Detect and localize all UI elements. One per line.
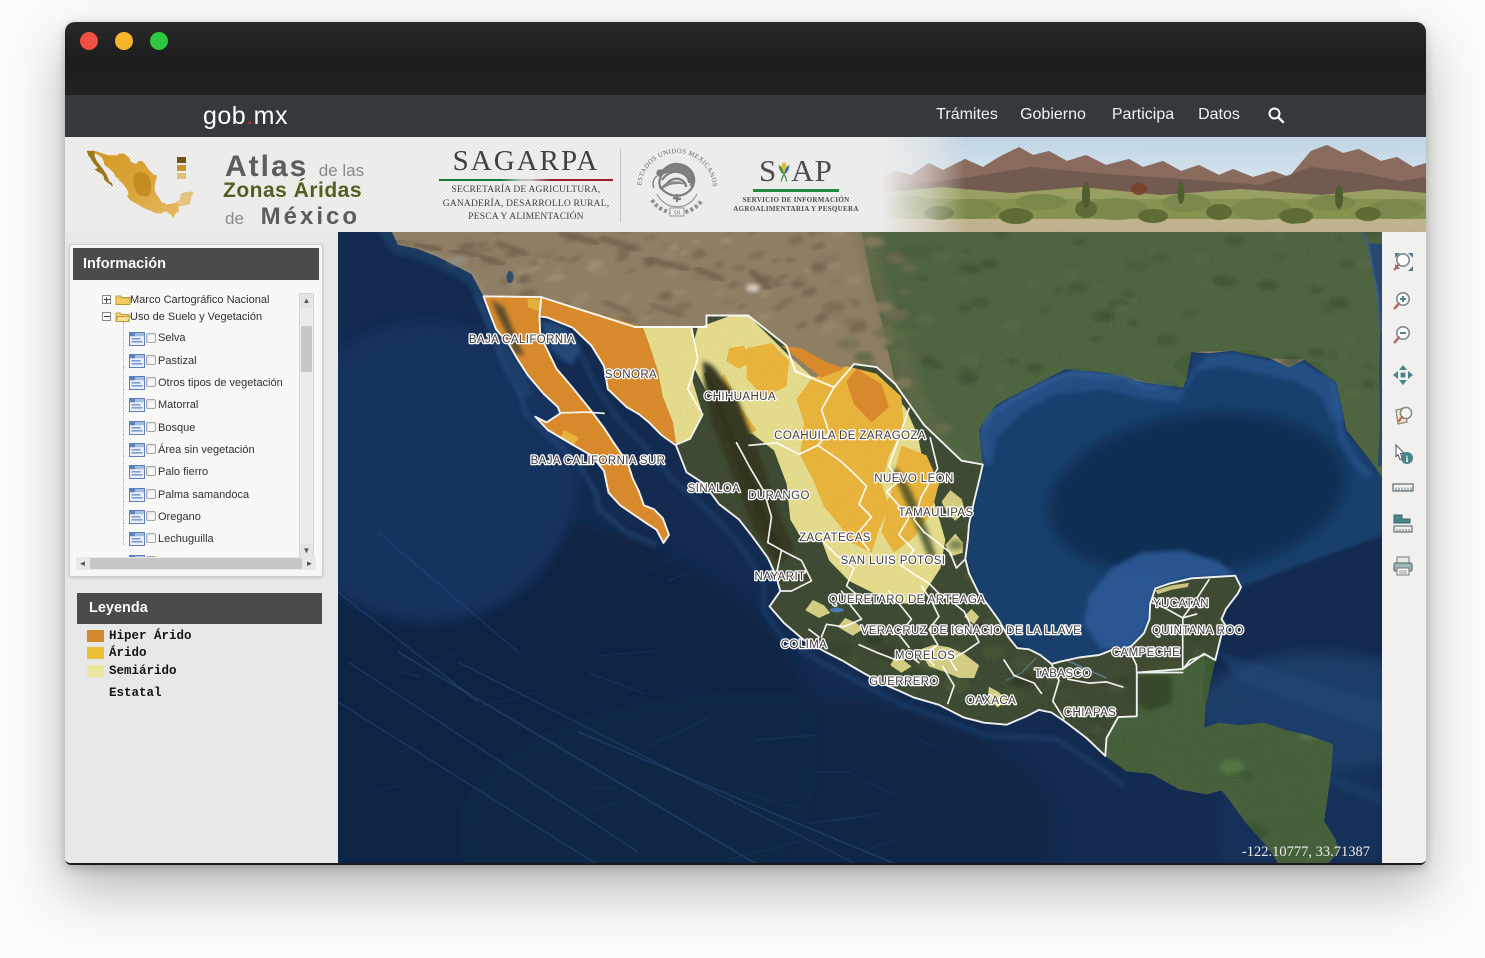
svg-text:CAMPECHE: CAMPECHE [1112,647,1180,659]
svg-text:GUERRERO: GUERRERO [869,676,939,688]
svg-text:-122.10777, 33.71387: -122.10777, 33.71387 [1242,844,1370,860]
svg-text:OAXACA: OAXACA [966,695,1016,707]
svg-text:COAHUILA DE ZARAGOZA: COAHUILA DE ZARAGOZA [774,430,926,442]
svg-text:SR: SR [673,211,680,217]
svg-text:TABASCO: TABASCO [1035,668,1092,680]
svg-text:QUERETARO DE ARTEAGA: QUERETARO DE ARTEAGA [829,594,985,606]
svg-text:SONORA: SONORA [605,369,657,381]
svg-text:BAJA CALIFORNIA: BAJA CALIFORNIA [469,334,575,346]
svg-text:MORELOS: MORELOS [895,650,955,662]
svg-text:DURANGO: DURANGO [748,490,810,502]
svg-text:SINALOA: SINALOA [688,483,741,495]
svg-text:NUEVO LEON: NUEVO LEON [874,473,953,485]
svg-text:TAMAULIPAS: TAMAULIPAS [898,507,973,519]
svg-text:CHIHUAHUA: CHIHUAHUA [704,391,776,403]
svg-text:SAN LUIS POTOSI: SAN LUIS POTOSI [841,555,946,567]
svg-text:NAYARIT: NAYARIT [755,571,806,583]
svg-text:QUINTANA ROO: QUINTANA ROO [1152,625,1244,637]
svg-text:ZACATECAS: ZACATECAS [799,532,871,544]
svg-text:YUCATAN: YUCATAN [1153,598,1209,610]
svg-text:COLIMA: COLIMA [781,639,828,651]
svg-text:CHIAPAS: CHIAPAS [1064,707,1116,719]
svg-text:VERACRUZ DE IGNACIO DE LA LLAV: VERACRUZ DE IGNACIO DE LA LLAVE [861,625,1082,637]
svg-text:BAJA CALIFORNIA SUR: BAJA CALIFORNIA SUR [531,455,666,467]
